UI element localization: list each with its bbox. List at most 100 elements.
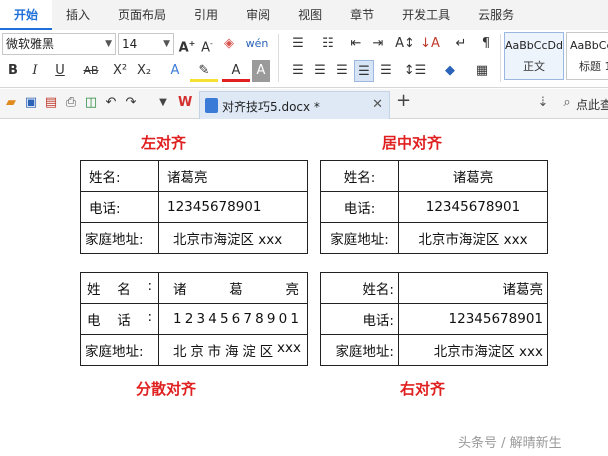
- borders-icon[interactable]: ▦: [468, 60, 496, 82]
- menu-tab-cloud[interactable]: 云服务: [464, 0, 528, 30]
- menu-tab-section[interactable]: 章节: [336, 0, 388, 30]
- grow-font-icon[interactable]: A+: [178, 33, 196, 55]
- char: 7: [243, 311, 252, 327]
- distributed-align-label: 分散对齐: [136, 380, 197, 398]
- table-row: 家庭地址: 北京市海淀区 xxx: [320, 222, 548, 254]
- phone-value-cell: 12345678901: [158, 303, 308, 335]
- address-value-cell: 北京市海淀区 xxx: [158, 222, 308, 254]
- justify-icon[interactable]: ☰: [354, 60, 374, 82]
- strikethrough-icon[interactable]: AB: [76, 60, 106, 82]
- align-center-icon[interactable]: ☰: [310, 60, 330, 82]
- char: 3: [196, 311, 206, 327]
- font-size-select[interactable]: 14 ▼: [118, 33, 174, 55]
- table-row: 姓名: 诸葛亮: [80, 160, 308, 192]
- phone-label-cell: 电话:: [80, 303, 159, 335]
- phone-label-cell: 电话:: [320, 191, 399, 223]
- menu-tab-references[interactable]: 引用: [180, 0, 232, 30]
- address-label-cell: 家庭地址:: [320, 222, 399, 254]
- char: xxx: [276, 340, 301, 356]
- print-icon[interactable]: ⎙: [64, 96, 78, 110]
- menu-tab-review[interactable]: 审阅: [232, 0, 284, 30]
- char: 名: [117, 282, 131, 298]
- distribute-icon[interactable]: ☰: [376, 60, 396, 82]
- font-color-icon[interactable]: A: [222, 60, 250, 82]
- phone-value-cell: 12345678901: [398, 303, 548, 335]
- highlight-icon[interactable]: ✎: [190, 60, 218, 82]
- search-icon[interactable]: ⌕: [560, 96, 574, 110]
- table-row: 姓名: 诸葛亮: [320, 272, 548, 304]
- chevron-down-icon: ▼: [163, 39, 170, 49]
- wps-logo-icon[interactable]: W: [178, 96, 192, 110]
- shading-icon[interactable]: ◆: [436, 60, 464, 82]
- chevron-down-icon[interactable]: ▼: [156, 96, 170, 110]
- menu-tab-insert[interactable]: 插入: [52, 0, 104, 30]
- settings-down-icon[interactable]: ⇣: [536, 96, 550, 110]
- style-normal[interactable]: AaBbCcDd 正文: [504, 32, 564, 80]
- table-row: 电话: 12345678901: [80, 191, 308, 223]
- table-row: 家庭地址: 北京市海淀区 xxx: [80, 222, 308, 254]
- bullet-list-icon[interactable]: ☰: [284, 33, 312, 55]
- show-marks-icon[interactable]: ↵: [448, 33, 474, 55]
- subscript-icon[interactable]: X₂: [134, 60, 154, 82]
- table-row: 家庭地址: 北京市海淀区 xxx: [80, 334, 308, 366]
- style-heading-1[interactable]: AaBbCc 标题 1: [566, 32, 608, 80]
- superscript-icon[interactable]: X²: [110, 60, 130, 82]
- save-icon[interactable]: ▣: [24, 96, 38, 110]
- sort-icon[interactable]: ↓A: [420, 33, 440, 55]
- numbered-list-icon[interactable]: ☷: [314, 33, 342, 55]
- shrink-font-icon[interactable]: A-: [198, 33, 216, 55]
- phone-label-cell: 电话:: [80, 191, 159, 223]
- line-spacing-icon[interactable]: ↕☰: [400, 60, 430, 82]
- char: 葛: [229, 282, 243, 298]
- char: 姓: [87, 282, 101, 298]
- style-normal-sample: AaBbCcDd: [505, 39, 563, 52]
- table-right-aligned: 姓名: 诸葛亮 电话: 12345678901 家庭地址: 北京市海淀区 xxx: [320, 272, 548, 366]
- table-center-aligned: 姓名: 诸葛亮 电话: 12345678901 家庭地址: 北京市海淀区 xxx: [320, 160, 548, 254]
- name-label-cell: 姓名:: [80, 160, 159, 192]
- name-label-cell: 姓名:: [320, 272, 399, 304]
- open-folder-icon[interactable]: ▰: [4, 96, 18, 110]
- paragraph-icon[interactable]: ¶: [476, 33, 496, 55]
- clear-format-icon[interactable]: ◈: [220, 33, 238, 55]
- table-row: 姓名: 诸葛亮: [320, 160, 548, 192]
- underline-icon[interactable]: U: [48, 60, 72, 82]
- char: 1: [173, 311, 182, 327]
- char: 北: [173, 344, 187, 360]
- italic-icon[interactable]: I: [26, 60, 44, 82]
- char-shading-icon[interactable]: A: [252, 60, 270, 82]
- style-normal-label: 正文: [523, 60, 545, 73]
- name-value-cell: 诸葛亮: [158, 272, 308, 304]
- align-left-icon[interactable]: ☰: [288, 60, 308, 82]
- align-right-icon[interactable]: ☰: [332, 60, 352, 82]
- name-value-cell: 诸葛亮: [398, 160, 548, 192]
- name-value-cell: 诸葛亮: [398, 272, 548, 304]
- menu-tab-developer[interactable]: 开发工具: [388, 0, 464, 30]
- decrease-indent-icon[interactable]: ⇤: [346, 33, 366, 55]
- text-direction-icon[interactable]: A↕: [392, 33, 418, 55]
- undo-icon[interactable]: ↶: [104, 96, 118, 110]
- name-label-cell: 姓名:: [80, 272, 159, 304]
- font-name-select[interactable]: 微软雅黑 ▼: [2, 33, 116, 55]
- char: 6: [231, 311, 241, 327]
- phonetic-guide-icon[interactable]: wén: [244, 33, 270, 55]
- bold-icon[interactable]: B: [4, 60, 22, 82]
- char: 海: [224, 344, 239, 360]
- increase-indent-icon[interactable]: ⇥: [368, 33, 388, 55]
- find-box-label[interactable]: 点此查: [576, 96, 608, 113]
- table-left-aligned: 姓名: 诸葛亮 电话: 12345678901 家庭地址: 北京市海淀区 xxx: [80, 160, 308, 254]
- char: 市: [207, 344, 222, 360]
- close-icon[interactable]: ✕: [372, 97, 383, 112]
- menu-tab-view[interactable]: 视图: [284, 0, 336, 30]
- menu-tab-home[interactable]: 开始: [0, 0, 53, 30]
- new-tab-icon[interactable]: +: [396, 92, 411, 110]
- print-preview-icon[interactable]: ◫: [84, 96, 98, 110]
- menu-tab-page-layout[interactable]: 页面布局: [104, 0, 180, 30]
- chevron-down-icon: ▼: [105, 39, 112, 49]
- redo-icon[interactable]: ↷: [124, 96, 138, 110]
- document-tab[interactable]: 对齐技巧5.docx * ✕: [199, 91, 390, 119]
- text-effect-icon[interactable]: A: [162, 60, 188, 82]
- export-pdf-icon[interactable]: ▤: [44, 96, 58, 110]
- font-size-value: 14: [122, 37, 138, 51]
- phone-value-cell: 12345678901: [398, 191, 548, 223]
- phone-value-cell: 12345678901: [158, 191, 308, 223]
